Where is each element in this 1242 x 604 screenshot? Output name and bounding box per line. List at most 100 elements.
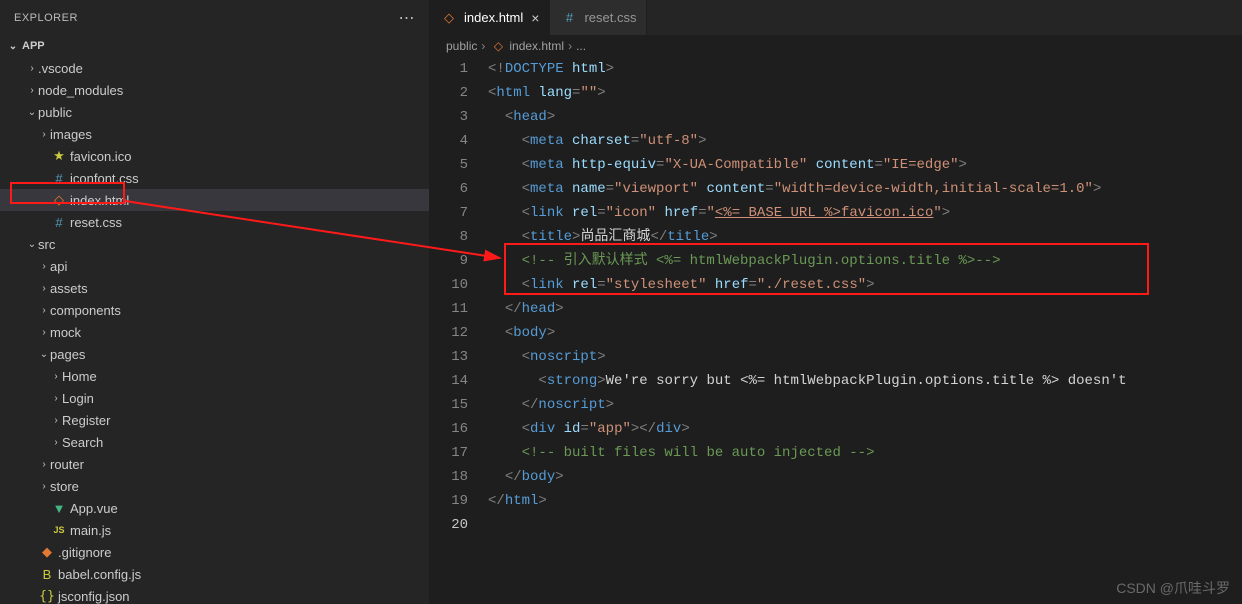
code-line[interactable]: <meta name="viewport" content="width=dev… — [488, 177, 1242, 201]
breadcrumb-seg[interactable]: index.html — [509, 39, 564, 53]
chevron-right-icon: › — [26, 63, 38, 74]
more-actions-icon[interactable]: ⋯ — [399, 8, 416, 28]
code-body[interactable]: <!DOCTYPE html><html lang=""> <head> <me… — [488, 57, 1242, 604]
tree-item[interactable]: ›images — [0, 123, 429, 145]
tree-item[interactable]: ›components — [0, 299, 429, 321]
chevron-down-icon: ⌄ — [6, 41, 20, 52]
line-number: 4 — [430, 129, 468, 153]
breadcrumb-seg[interactable]: public — [446, 39, 477, 53]
tree-item-label: api — [50, 259, 67, 274]
code-line[interactable]: <link rel="icon" href="<%= BASE_URL %>fa… — [488, 201, 1242, 225]
tree-item[interactable]: ›api — [0, 255, 429, 277]
tree-item[interactable]: {}jsconfig.json — [0, 585, 429, 604]
tab-bar: ◇index.html×#reset.css — [430, 0, 1242, 35]
project-name: APP — [22, 40, 45, 52]
line-number: 10 — [430, 273, 468, 297]
tree-item[interactable]: ⌄src — [0, 233, 429, 255]
tree-item-label: router — [50, 457, 84, 472]
line-number: 15 — [430, 393, 468, 417]
babel-icon: B — [38, 567, 56, 582]
css-icon: # — [50, 171, 68, 186]
tree-item[interactable]: #reset.css — [0, 211, 429, 233]
vue-icon: ▼ — [50, 501, 68, 516]
tree-item-label: babel.config.js — [58, 567, 141, 582]
tree-item-label: node_modules — [38, 83, 123, 98]
explorer-sidebar: EXPLORER ⋯ ⌄ APP ›.vscode›node_modules⌄p… — [0, 0, 430, 604]
code-line[interactable]: </noscript> — [488, 393, 1242, 417]
chevron-right-icon: › — [481, 39, 485, 53]
code-line[interactable]: <head> — [488, 105, 1242, 129]
tree-item[interactable]: ◆.gitignore — [0, 541, 429, 563]
tree-item[interactable]: ›Home — [0, 365, 429, 387]
html-icon: ◇ — [50, 192, 68, 208]
file-tree: ›.vscode›node_modules⌄public›images★favi… — [0, 57, 429, 604]
close-icon[interactable]: × — [531, 10, 539, 26]
tree-item-label: store — [50, 479, 79, 494]
tree-item-label: .vscode — [38, 61, 83, 76]
project-root[interactable]: ⌄ APP — [0, 35, 429, 57]
tree-item-label: public — [38, 105, 72, 120]
line-number: 5 — [430, 153, 468, 177]
code-line[interactable]: <body> — [488, 321, 1242, 345]
tree-item[interactable]: ›.vscode — [0, 57, 429, 79]
tree-item[interactable]: ⌄public — [0, 101, 429, 123]
tree-item[interactable]: ▼App.vue — [0, 497, 429, 519]
code-line[interactable]: <div id="app"></div> — [488, 417, 1242, 441]
tree-item[interactable]: ›mock — [0, 321, 429, 343]
explorer-title: EXPLORER — [14, 12, 78, 24]
css-icon: # — [50, 215, 68, 230]
chevron-right-icon: › — [50, 371, 62, 382]
line-number: 11 — [430, 297, 468, 321]
tree-item[interactable]: JSmain.js — [0, 519, 429, 541]
line-number: 9 — [430, 249, 468, 273]
tree-item-label: src — [38, 237, 55, 252]
editor-tab[interactable]: #reset.css — [550, 0, 647, 35]
code-line[interactable]: <meta charset="utf-8"> — [488, 129, 1242, 153]
tree-item[interactable]: ⌄pages — [0, 343, 429, 365]
chevron-down-icon: ⌄ — [26, 239, 38, 250]
line-number: 12 — [430, 321, 468, 345]
tree-item[interactable]: ›assets — [0, 277, 429, 299]
code-line[interactable]: <!-- built files will be auto injected -… — [488, 441, 1242, 465]
breadcrumb[interactable]: public › ◇ index.html › ... — [430, 35, 1242, 57]
code-line[interactable]: </body> — [488, 465, 1242, 489]
breadcrumb-seg[interactable]: ... — [576, 39, 586, 53]
code-line[interactable]: <!-- 引入默认样式 <%= htmlWebpackPlugin.option… — [488, 249, 1242, 273]
code-line[interactable]: <noscript> — [488, 345, 1242, 369]
tree-item-label: images — [50, 127, 92, 142]
line-gutter: 1234567891011121314151617181920 — [430, 57, 488, 604]
tree-item[interactable]: Bbabel.config.js — [0, 563, 429, 585]
code-line[interactable]: <html lang=""> — [488, 81, 1242, 105]
chevron-right-icon: › — [50, 393, 62, 404]
line-number: 3 — [430, 105, 468, 129]
tree-item[interactable]: ◇index.html — [0, 189, 429, 211]
code-line[interactable]: <strong>We're sorry but <%= htmlWebpackP… — [488, 369, 1242, 393]
html-icon: ◇ — [440, 10, 458, 26]
code-line[interactable]: </html> — [488, 489, 1242, 513]
tree-item[interactable]: ›store — [0, 475, 429, 497]
line-number: 18 — [430, 465, 468, 489]
code-line[interactable]: <link rel="stylesheet" href="./reset.css… — [488, 273, 1242, 297]
tree-item[interactable]: ›Register — [0, 409, 429, 431]
tree-item-label: Search — [62, 435, 103, 450]
code-line[interactable]: <meta http-equiv="X-UA-Compatible" conte… — [488, 153, 1242, 177]
code-line[interactable]: <title>尚品汇商城</title> — [488, 225, 1242, 249]
tree-item-label: assets — [50, 281, 88, 296]
tree-item-label: components — [50, 303, 121, 318]
code-line[interactable] — [488, 513, 1242, 537]
line-number: 8 — [430, 225, 468, 249]
tree-item-label: Home — [62, 369, 97, 384]
code-line[interactable]: <!DOCTYPE html> — [488, 57, 1242, 81]
code-line[interactable]: </head> — [488, 297, 1242, 321]
explorer-header: EXPLORER ⋯ — [0, 0, 429, 35]
code-editor[interactable]: 1234567891011121314151617181920 <!DOCTYP… — [430, 57, 1242, 604]
tree-item[interactable]: ★favicon.ico — [0, 145, 429, 167]
tree-item[interactable]: #iconfont.css — [0, 167, 429, 189]
tree-item[interactable]: ›router — [0, 453, 429, 475]
tree-item[interactable]: ›node_modules — [0, 79, 429, 101]
line-number: 14 — [430, 369, 468, 393]
tree-item[interactable]: ›Search — [0, 431, 429, 453]
tree-item[interactable]: ›Login — [0, 387, 429, 409]
chevron-right-icon: › — [38, 129, 50, 140]
editor-tab[interactable]: ◇index.html× — [430, 0, 550, 35]
